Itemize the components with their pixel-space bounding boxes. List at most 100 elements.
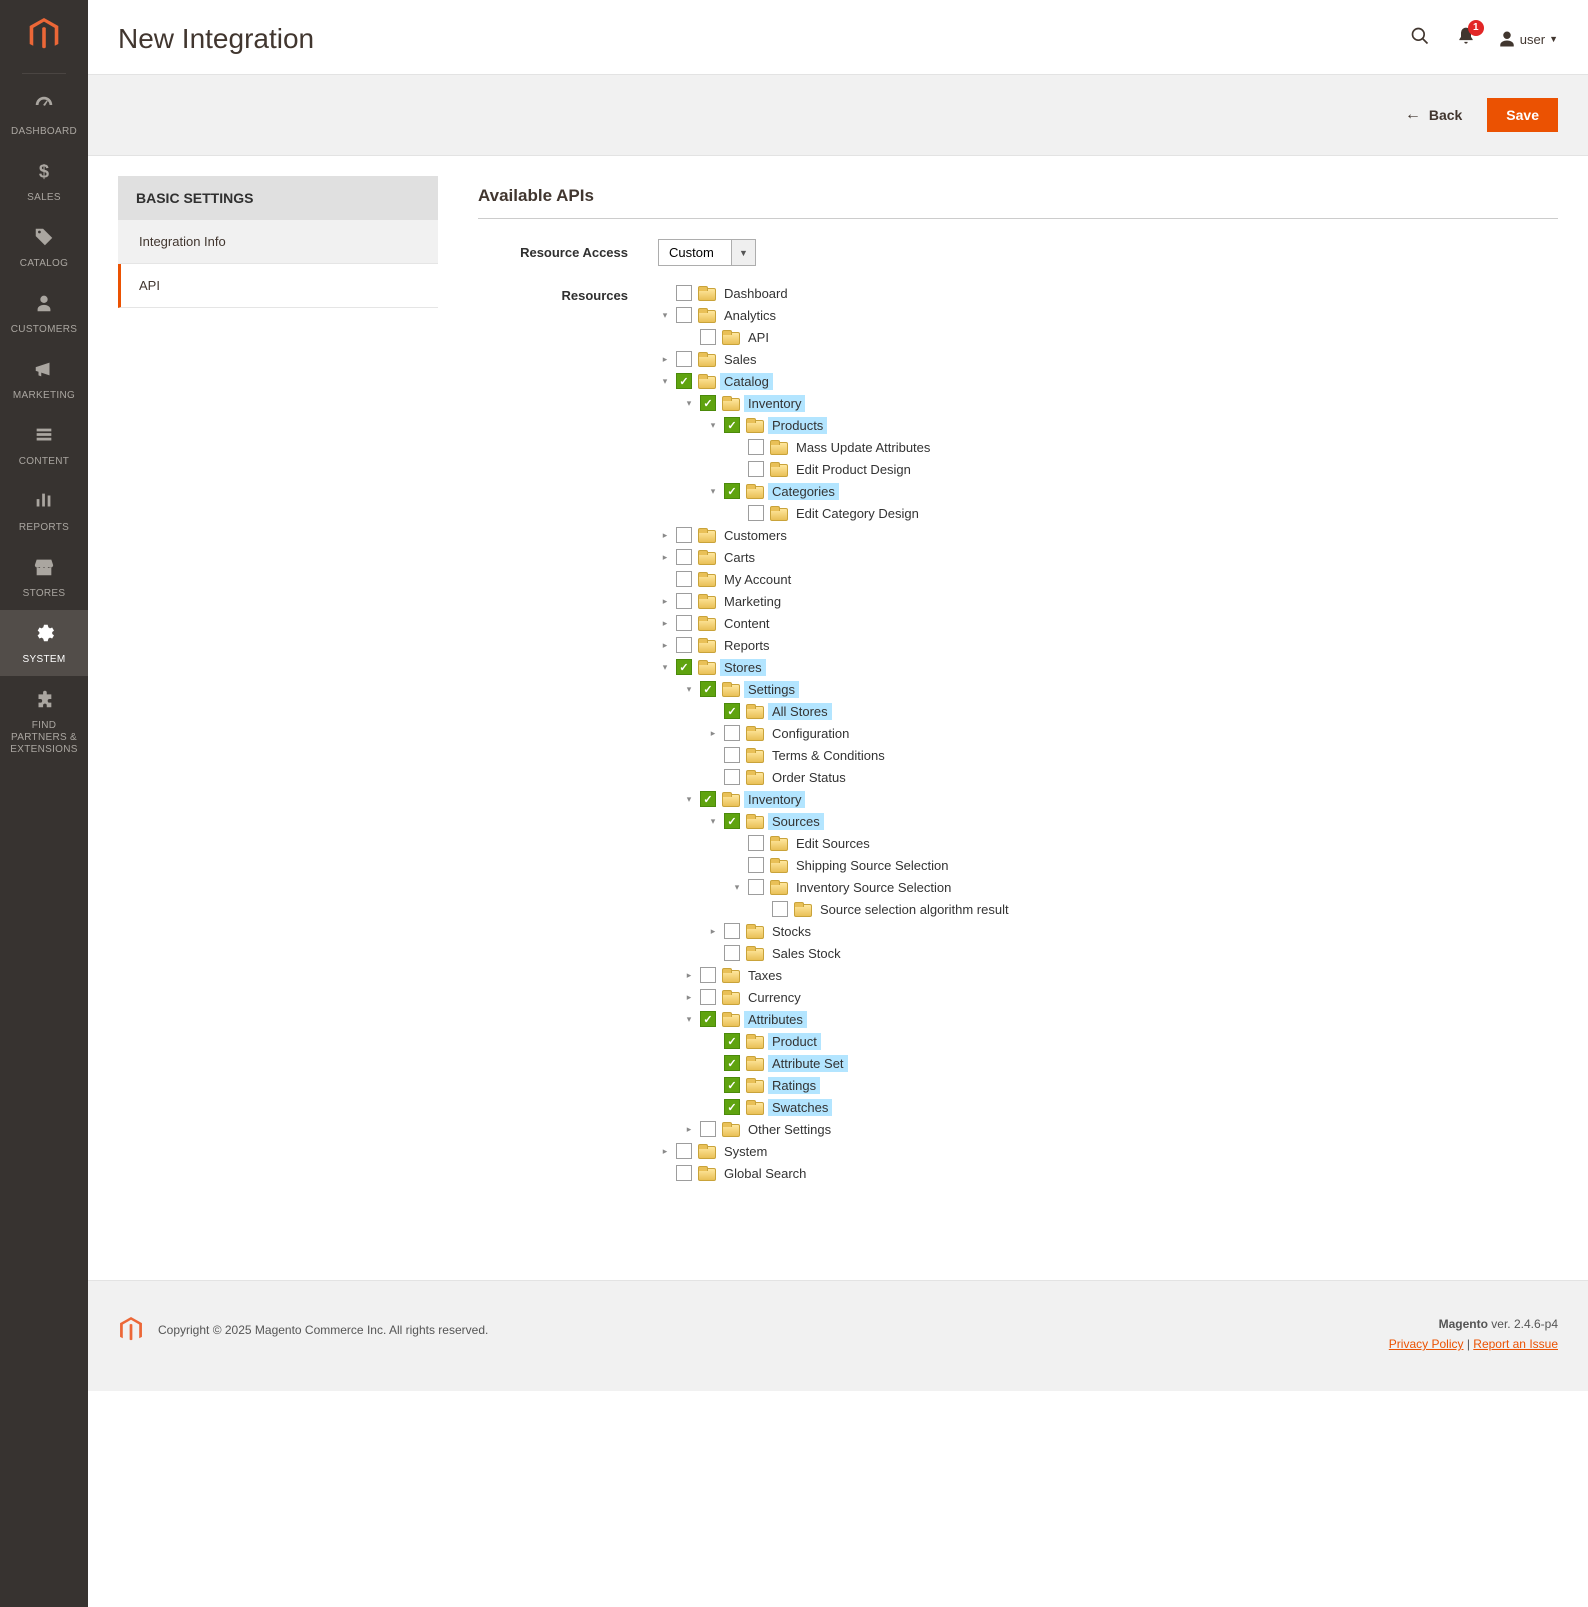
tree-checkbox[interactable] (724, 813, 740, 829)
tree-checkbox[interactable] (700, 967, 716, 983)
expand-icon[interactable]: ▸ (658, 528, 672, 542)
collapse-icon[interactable]: ▾ (730, 880, 744, 894)
tree-label[interactable]: Sales (720, 351, 761, 368)
expand-icon[interactable]: ▸ (682, 968, 696, 982)
nav-system[interactable]: SYSTEM (0, 610, 88, 676)
tree-checkbox[interactable] (700, 1121, 716, 1137)
tree-checkbox[interactable] (676, 615, 692, 631)
tree-checkbox[interactable] (724, 1033, 740, 1049)
tree-checkbox[interactable] (676, 527, 692, 543)
tree-label[interactable]: Edit Product Design (792, 461, 915, 478)
tree-checkbox[interactable] (724, 1055, 740, 1071)
report-issue-link[interactable]: Report an Issue (1473, 1337, 1558, 1351)
tree-label[interactable]: API (744, 329, 773, 346)
tree-label[interactable]: Edit Sources (792, 835, 874, 852)
tree-label[interactable]: Carts (720, 549, 759, 566)
tree-checkbox[interactable] (748, 461, 764, 477)
tree-label[interactable]: Content (720, 615, 774, 632)
expand-icon[interactable]: ▸ (706, 726, 720, 740)
tree-checkbox[interactable] (748, 439, 764, 455)
tree-label[interactable]: All Stores (768, 703, 832, 720)
tree-checkbox[interactable] (724, 1077, 740, 1093)
nav-stores[interactable]: STORES (0, 544, 88, 610)
tree-label[interactable]: Products (768, 417, 827, 434)
tree-label[interactable]: Reports (720, 637, 774, 654)
tree-checkbox[interactable] (700, 329, 716, 345)
tree-checkbox[interactable] (772, 901, 788, 917)
nav-reports[interactable]: REPORTS (0, 478, 88, 544)
tree-label[interactable]: Dashboard (720, 285, 792, 302)
resource-access-select[interactable]: Custom ▼ (658, 239, 756, 266)
tree-label[interactable]: System (720, 1143, 771, 1160)
collapse-icon[interactable]: ▾ (682, 396, 696, 410)
tree-checkbox[interactable] (724, 769, 740, 785)
tree-checkbox[interactable] (676, 307, 692, 323)
nav-sales[interactable]: $SALES (0, 148, 88, 214)
tree-label[interactable]: Analytics (720, 307, 780, 324)
expand-icon[interactable]: ▸ (706, 924, 720, 938)
tree-label[interactable]: Product (768, 1033, 821, 1050)
tree-checkbox[interactable] (676, 549, 692, 565)
tree-checkbox[interactable] (748, 857, 764, 873)
tree-label[interactable]: Configuration (768, 725, 853, 742)
expand-icon[interactable]: ▸ (658, 616, 672, 630)
tree-checkbox[interactable] (676, 571, 692, 587)
collapse-icon[interactable]: ▾ (706, 814, 720, 828)
tree-checkbox[interactable] (700, 791, 716, 807)
tree-checkbox[interactable] (700, 681, 716, 697)
tree-label[interactable]: Stores (720, 659, 766, 676)
privacy-link[interactable]: Privacy Policy (1389, 1337, 1464, 1351)
nav-marketing[interactable]: MARKETING (0, 346, 88, 412)
tree-label[interactable]: Attribute Set (768, 1055, 848, 1072)
tree-label[interactable]: Terms & Conditions (768, 747, 889, 764)
collapse-icon[interactable]: ▾ (706, 484, 720, 498)
tree-checkbox[interactable] (748, 505, 764, 521)
collapse-icon[interactable]: ▾ (682, 1012, 696, 1026)
expand-icon[interactable]: ▸ (658, 1144, 672, 1158)
back-button[interactable]: ← Back (1386, 97, 1481, 133)
tree-checkbox[interactable] (724, 417, 740, 433)
tree-label[interactable]: Source selection algorithm result (816, 901, 1013, 918)
tree-checkbox[interactable] (676, 593, 692, 609)
tree-label[interactable]: Marketing (720, 593, 785, 610)
collapse-icon[interactable]: ▾ (706, 418, 720, 432)
tree-label[interactable]: Customers (720, 527, 791, 544)
expand-icon[interactable]: ▸ (658, 594, 672, 608)
tree-checkbox[interactable] (724, 703, 740, 719)
side-tab-api[interactable]: API (118, 264, 438, 308)
tree-label[interactable]: Swatches (768, 1099, 832, 1116)
tree-label[interactable]: Stocks (768, 923, 815, 940)
expand-icon[interactable]: ▸ (682, 1122, 696, 1136)
tree-checkbox[interactable] (676, 351, 692, 367)
tree-checkbox[interactable] (748, 835, 764, 851)
tree-label[interactable]: My Account (720, 571, 795, 588)
tree-checkbox[interactable] (724, 945, 740, 961)
tree-checkbox[interactable] (676, 1165, 692, 1181)
tree-label[interactable]: Mass Update Attributes (792, 439, 934, 456)
expand-icon[interactable]: ▸ (658, 550, 672, 564)
expand-icon[interactable]: ▸ (682, 990, 696, 1004)
collapse-icon[interactable]: ▾ (682, 682, 696, 696)
resource-access-select-input[interactable]: Custom (659, 240, 731, 265)
tree-checkbox[interactable] (700, 395, 716, 411)
tree-label[interactable]: Shipping Source Selection (792, 857, 953, 874)
tree-checkbox[interactable] (748, 879, 764, 895)
tree-label[interactable]: Global Search (720, 1165, 810, 1182)
search-button[interactable] (1406, 22, 1434, 56)
tree-label[interactable]: Sources (768, 813, 824, 830)
collapse-icon[interactable]: ▾ (658, 308, 672, 322)
expand-icon[interactable]: ▸ (658, 638, 672, 652)
tree-checkbox[interactable] (676, 1143, 692, 1159)
nav-customers[interactable]: CUSTOMERS (0, 280, 88, 346)
tree-checkbox[interactable] (676, 285, 692, 301)
tree-label[interactable]: Attributes (744, 1011, 807, 1028)
collapse-icon[interactable]: ▾ (658, 660, 672, 674)
side-tab-integration-info[interactable]: Integration Info (118, 220, 438, 264)
collapse-icon[interactable]: ▾ (658, 374, 672, 388)
nav-content[interactable]: CONTENT (0, 412, 88, 478)
tree-checkbox[interactable] (724, 483, 740, 499)
tree-checkbox[interactable] (700, 1011, 716, 1027)
nav-partners[interactable]: FIND PARTNERS & EXTENSIONS (0, 676, 88, 766)
nav-dashboard[interactable]: DASHBOARD (0, 82, 88, 148)
tree-label[interactable]: Inventory (744, 791, 805, 808)
